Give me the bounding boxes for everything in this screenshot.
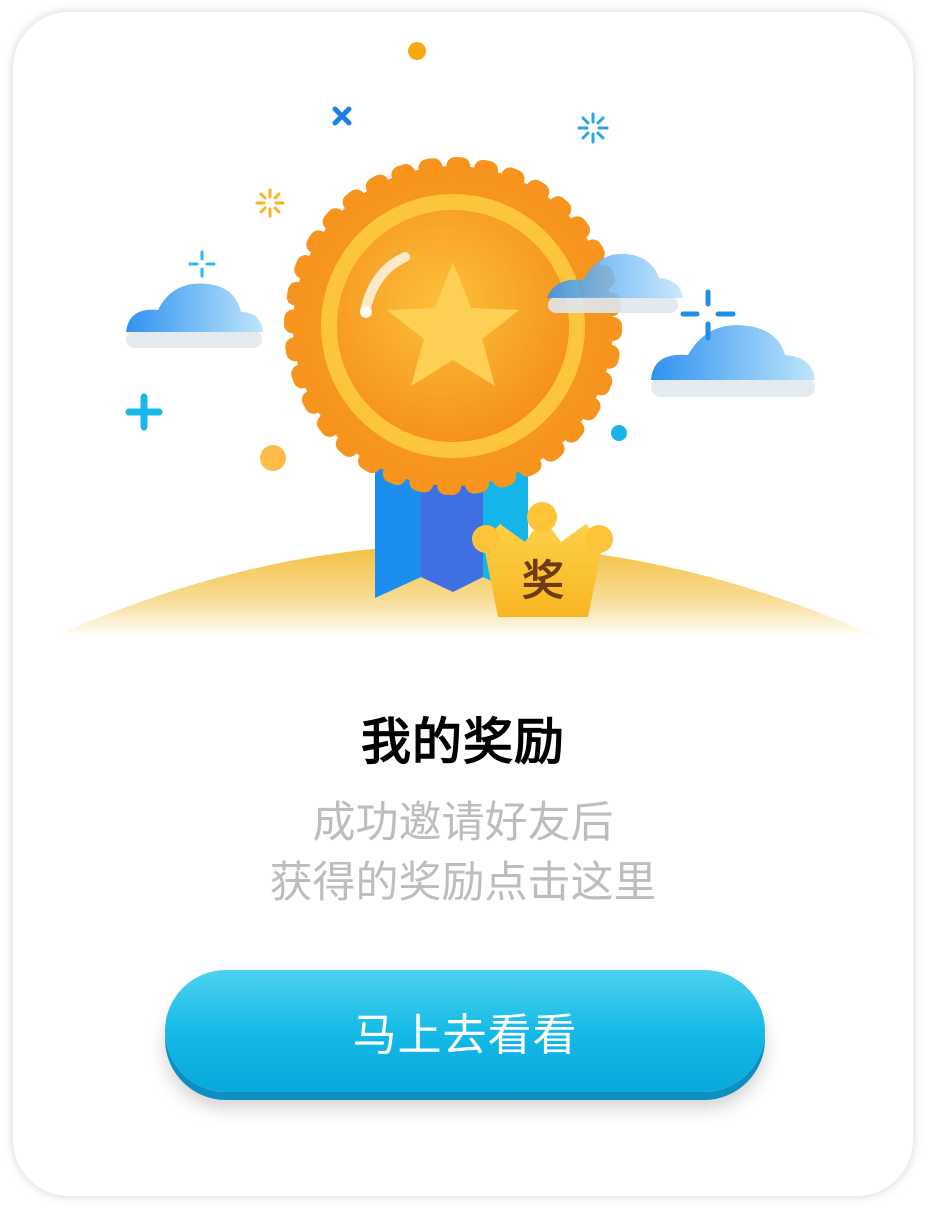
cloud-icon	[651, 325, 815, 397]
cross-icon	[332, 106, 352, 126]
dot-icon	[260, 445, 286, 471]
crown-badge-text: 奖	[522, 556, 564, 605]
plus-icon	[125, 393, 163, 431]
dialog-subtitle-line1: 成功邀请好友后	[312, 798, 614, 848]
sparkle-icon	[577, 112, 609, 144]
dot-icon	[408, 42, 426, 60]
sparkle-icon	[255, 188, 285, 218]
reward-dialog: 奖 我的奖励 成功邀请好友后 获得的奖励点击这里 马上去看看	[13, 12, 913, 1196]
dot-icon	[611, 425, 627, 441]
medal-icon	[284, 157, 622, 495]
view-now-button[interactable]: 马上去看看	[165, 970, 765, 1092]
cloud-icon	[126, 283, 263, 348]
dialog-title: 我的奖励	[361, 713, 565, 771]
plus-icon	[188, 250, 216, 278]
reward-illustration: 奖	[53, 42, 878, 637]
dialog-subtitle-line2: 获得的奖励点击这里	[269, 858, 657, 908]
